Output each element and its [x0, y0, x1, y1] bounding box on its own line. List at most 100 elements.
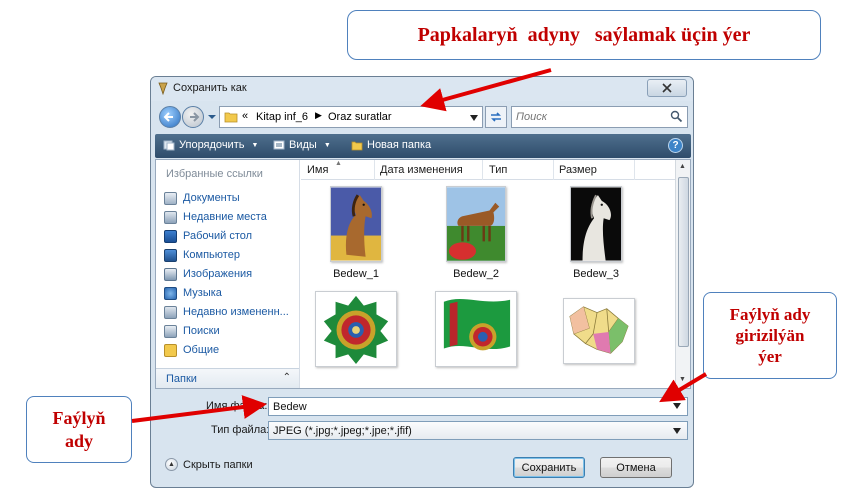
callout-left-line-2: ady: [64, 430, 93, 451]
nav-label-public: Общие: [183, 344, 220, 356]
search-box[interactable]: [511, 106, 688, 128]
nav-label-recently-changed: Недавно измененн...: [183, 306, 289, 318]
new-folder-label: Новая папка: [367, 139, 432, 151]
save-dialog-icon: [158, 82, 168, 95]
recent-places-icon: [164, 210, 177, 224]
recently-changed-icon: [164, 305, 177, 319]
nav-label-recent-places: Недавние места: [183, 211, 267, 223]
nav-item-documents[interactable]: Документы: [164, 189, 240, 207]
save-button[interactable]: Сохранить: [513, 457, 585, 478]
scroll-up-icon[interactable]: ▲: [679, 163, 686, 170]
callout-left-line-1: Faýlyň: [52, 408, 106, 428]
column-size[interactable]: Размер: [559, 164, 597, 176]
scrollbar-thumb[interactable]: [678, 177, 689, 347]
callout-filename-entry: Faýlyň ady girizilýän ýer: [703, 292, 837, 379]
nav-item-music[interactable]: Музыка: [164, 284, 222, 302]
new-folder-button[interactable]: Новая папка: [351, 139, 431, 151]
computer-icon: [164, 248, 177, 262]
nav-label-music: Музыка: [183, 287, 222, 299]
nav-label-documents: Документы: [183, 192, 240, 204]
public-folder-icon: [164, 343, 177, 357]
column-date-modified[interactable]: Дата изменения: [380, 164, 463, 176]
file-list: Имя ▲ Дата изменения Тип Размер Bedew_1 …: [301, 160, 690, 388]
callout-folder-name-text: Papkalaryň adyny saýlamak üçin ýer: [417, 23, 751, 46]
file-item[interactable]: [301, 288, 411, 388]
screenshot-stage: Papkalaryň adyny saýlamak üçin ýer Faýly…: [0, 0, 846, 494]
file-type-value: JPEG (*.jpg;*.jpeg;*.jpe;*.jfif): [273, 425, 412, 437]
address-dropdown-icon[interactable]: [470, 115, 478, 121]
file-item[interactable]: Bedew_3: [541, 184, 651, 284]
breadcrumb-separator-icon[interactable]: ▶: [315, 110, 322, 121]
sort-ascending-icon: ▲: [335, 160, 342, 167]
save-as-dialog: Сохранить как « Kitap inf_6 ▶ Oraz surat…: [150, 76, 694, 488]
file-item[interactable]: [541, 288, 651, 388]
hide-folders-button[interactable]: ▲ Скрыть папки: [165, 458, 253, 471]
emblem-turkmenistan-thumbnail: [315, 291, 397, 367]
command-toolbar: Упорядочить ▼ Виды ▼ Новая папка ?: [155, 134, 691, 158]
column-name[interactable]: Имя: [307, 164, 328, 176]
file-type-select[interactable]: JPEG (*.jpg;*.jpeg;*.jpe;*.jfif): [268, 421, 688, 440]
new-folder-icon: [351, 141, 363, 151]
help-button[interactable]: ?: [668, 138, 683, 153]
scroll-down-icon[interactable]: ▼: [679, 376, 686, 383]
search-input[interactable]: [516, 110, 666, 124]
horse-white-thumbnail: [570, 186, 622, 262]
recent-pages-dropdown-icon[interactable]: [207, 113, 217, 121]
address-overflow[interactable]: «: [242, 110, 248, 122]
file-name-dropdown-icon[interactable]: [673, 403, 681, 409]
chevron-up-circle-icon: ▲: [165, 458, 178, 471]
cancel-button[interactable]: Отмена: [600, 457, 672, 478]
file-name-input[interactable]: [268, 397, 688, 416]
column-divider[interactable]: [553, 160, 554, 180]
column-divider[interactable]: [374, 160, 375, 180]
navigation-pane: Избранные ссылки Документы Недавние мест…: [156, 160, 300, 388]
help-icon: ?: [672, 140, 679, 151]
music-icon: [164, 286, 177, 300]
search-icon: [670, 110, 683, 123]
nav-item-desktop[interactable]: Рабочий стол: [164, 227, 252, 245]
organize-dropdown-icon: ▼: [251, 141, 259, 149]
organize-button[interactable]: Упорядочить ▼: [163, 139, 258, 151]
nav-item-computer[interactable]: Компьютер: [164, 246, 240, 264]
searches-icon: [164, 324, 177, 338]
nav-item-pictures[interactable]: Изображения: [164, 265, 252, 283]
refresh-icon: [491, 112, 501, 122]
forward-button[interactable]: [182, 106, 204, 128]
file-item[interactable]: Bedew_2: [421, 184, 531, 284]
column-type[interactable]: Тип: [489, 164, 507, 176]
breadcrumb-segment-2[interactable]: Oraz suratlar: [328, 111, 392, 123]
file-item[interactable]: Bedew_1: [301, 184, 411, 284]
refresh-button[interactable]: [485, 106, 507, 128]
callout-right-line-2: girizilýän: [735, 325, 805, 345]
callout-right-line-3: ýer: [758, 347, 782, 367]
folders-toggle[interactable]: Папки ⌃: [156, 368, 299, 388]
column-divider[interactable]: [634, 160, 635, 180]
back-arrow-icon: [163, 112, 173, 122]
file-item[interactable]: [421, 288, 531, 388]
horse-field-thumbnail: [446, 186, 506, 262]
title-bar: Сохранить как: [151, 77, 693, 101]
organize-icon: [163, 140, 175, 151]
close-button[interactable]: [647, 79, 687, 97]
column-divider[interactable]: [482, 160, 483, 180]
nav-item-public[interactable]: Общие: [164, 341, 219, 359]
nav-item-searches[interactable]: Поиски: [164, 322, 220, 340]
back-button[interactable]: [159, 106, 181, 128]
address-bar[interactable]: « Kitap inf_6 ▶ Oraz suratlar: [219, 106, 483, 128]
callout-folder-name: Papkalaryň adyny saýlamak üçin ýer: [347, 10, 821, 60]
nav-item-recently-changed[interactable]: Недавно измененн...: [164, 303, 289, 321]
favorite-links-header: Избранные ссылки: [166, 168, 263, 180]
views-button[interactable]: Виды ▼: [273, 139, 331, 151]
nav-label-pictures: Изображения: [183, 268, 253, 280]
nav-label-computer: Компьютер: [183, 249, 240, 261]
vertical-scrollbar[interactable]: ▲ ▼: [675, 160, 690, 388]
window-title: Сохранить как: [173, 82, 247, 94]
hide-folders-label: Скрыть папки: [183, 458, 253, 471]
file-type-label: Тип файла:: [211, 424, 270, 436]
nav-item-recent-places[interactable]: Недавние места: [164, 208, 267, 226]
desktop-icon: [164, 229, 177, 243]
address-row: « Kitap inf_6 ▶ Oraz suratlar: [151, 103, 693, 131]
browser-body: Избранные ссылки Документы Недавние мест…: [155, 159, 691, 389]
breadcrumb-segment-1[interactable]: Kitap inf_6: [256, 111, 308, 123]
forward-arrow-icon: [190, 112, 200, 122]
